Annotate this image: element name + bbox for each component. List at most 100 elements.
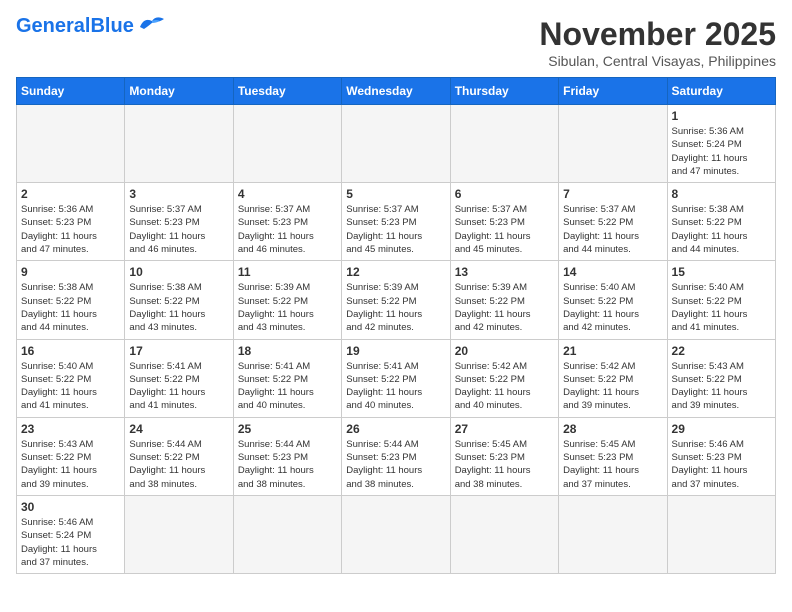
day-info: Sunrise: 5:36 AM Sunset: 5:23 PM Dayligh… <box>21 203 120 256</box>
calendar-cell: 4 Sunrise: 5:37 AM Sunset: 5:23 PM Daylig… <box>233 183 341 261</box>
calendar-week-row: 1Sunrise: 5:36 AM Sunset: 5:24 PM Daylig… <box>17 105 776 183</box>
calendar-cell: 1Sunrise: 5:36 AM Sunset: 5:24 PM Daylig… <box>667 105 775 183</box>
day-number: 27 <box>455 422 554 436</box>
day-number: 19 <box>346 344 445 358</box>
day-info: Sunrise: 5:38 AM Sunset: 5:22 PM Dayligh… <box>129 281 228 334</box>
day-info: Sunrise: 5:41 AM Sunset: 5:22 PM Dayligh… <box>238 360 337 413</box>
day-number: 29 <box>672 422 771 436</box>
day-number: 30 <box>21 500 120 514</box>
calendar-cell: 17 Sunrise: 5:41 AM Sunset: 5:22 PM Dayli… <box>125 339 233 417</box>
day-info: Sunrise: 5:39 AM Sunset: 5:22 PM Dayligh… <box>455 281 554 334</box>
calendar-cell: 3Sunrise: 5:37 AM Sunset: 5:23 PM Daylig… <box>125 183 233 261</box>
day-info: Sunrise: 5:39 AM Sunset: 5:22 PM Dayligh… <box>346 281 445 334</box>
calendar-cell: 16Sunrise: 5:40 AM Sunset: 5:22 PM Dayli… <box>17 339 125 417</box>
calendar-cell: 18Sunrise: 5:41 AM Sunset: 5:22 PM Dayli… <box>233 339 341 417</box>
col-header-thursday: Thursday <box>450 78 558 105</box>
day-number: 2 <box>21 187 120 201</box>
day-number: 7 <box>563 187 662 201</box>
day-info: Sunrise: 5:44 AM Sunset: 5:23 PM Dayligh… <box>346 438 445 491</box>
calendar-week-row: 9 Sunrise: 5:38 AM Sunset: 5:22 PM Daylig… <box>17 261 776 339</box>
day-number: 23 <box>21 422 120 436</box>
col-header-friday: Friday <box>559 78 667 105</box>
day-number: 28 <box>563 422 662 436</box>
day-number: 21 <box>563 344 662 358</box>
day-info: Sunrise: 5:41 AM Sunset: 5:22 PM Dayligh… <box>346 360 445 413</box>
logo-blue: Blue <box>90 15 133 37</box>
calendar-cell: 22 Sunrise: 5:43 AM Sunset: 5:22 PM Dayli… <box>667 339 775 417</box>
calendar-cell <box>450 105 558 183</box>
day-number: 11 <box>238 265 337 279</box>
day-info: Sunrise: 5:36 AM Sunset: 5:24 PM Dayligh… <box>672 125 771 178</box>
day-info: Sunrise: 5:42 AM Sunset: 5:22 PM Dayligh… <box>563 360 662 413</box>
col-header-tuesday: Tuesday <box>233 78 341 105</box>
day-info: Sunrise: 5:40 AM Sunset: 5:22 PM Dayligh… <box>672 281 771 334</box>
calendar-cell: 25Sunrise: 5:44 AM Sunset: 5:23 PM Dayli… <box>233 417 341 495</box>
day-number: 8 <box>672 187 771 201</box>
day-number: 22 <box>672 344 771 358</box>
calendar-week-row: 2 Sunrise: 5:36 AM Sunset: 5:23 PM Daylig… <box>17 183 776 261</box>
day-info: Sunrise: 5:37 AM Sunset: 5:23 PM Dayligh… <box>238 203 337 256</box>
month-title: November 2025 <box>539 16 776 53</box>
logo: GeneralBlue <box>16 16 168 36</box>
calendar-cell: 2 Sunrise: 5:36 AM Sunset: 5:23 PM Daylig… <box>17 183 125 261</box>
calendar-cell <box>450 495 558 573</box>
calendar-cell <box>17 105 125 183</box>
day-number: 9 <box>21 265 120 279</box>
day-number: 12 <box>346 265 445 279</box>
day-info: Sunrise: 5:42 AM Sunset: 5:22 PM Dayligh… <box>455 360 554 413</box>
calendar-cell: 6Sunrise: 5:37 AM Sunset: 5:23 PM Daylig… <box>450 183 558 261</box>
day-number: 25 <box>238 422 337 436</box>
calendar-cell: 21 Sunrise: 5:42 AM Sunset: 5:22 PM Dayli… <box>559 339 667 417</box>
calendar-cell: 13 Sunrise: 5:39 AM Sunset: 5:22 PM Dayli… <box>450 261 558 339</box>
calendar-cell <box>559 495 667 573</box>
calendar-cell <box>233 105 341 183</box>
calendar-cell <box>559 105 667 183</box>
calendar-cell <box>667 495 775 573</box>
calendar-cell: 8 Sunrise: 5:38 AM Sunset: 5:22 PM Daylig… <box>667 183 775 261</box>
calendar-cell: 26Sunrise: 5:44 AM Sunset: 5:23 PM Dayli… <box>342 417 450 495</box>
title-section: November 2025 Sibulan, Central Visayas, … <box>539 16 776 69</box>
day-info: Sunrise: 5:39 AM Sunset: 5:22 PM Dayligh… <box>238 281 337 334</box>
calendar-cell: 10 Sunrise: 5:38 AM Sunset: 5:22 PM Dayli… <box>125 261 233 339</box>
calendar-cell <box>125 105 233 183</box>
day-info: Sunrise: 5:38 AM Sunset: 5:22 PM Dayligh… <box>21 281 120 334</box>
calendar-cell <box>233 495 341 573</box>
day-number: 15 <box>672 265 771 279</box>
day-number: 16 <box>21 344 120 358</box>
day-info: Sunrise: 5:46 AM Sunset: 5:23 PM Dayligh… <box>672 438 771 491</box>
calendar-cell: 12 Sunrise: 5:39 AM Sunset: 5:22 PM Dayli… <box>342 261 450 339</box>
col-header-monday: Monday <box>125 78 233 105</box>
calendar-header-row: SundayMondayTuesdayWednesdayThursdayFrid… <box>17 78 776 105</box>
logo-bird-icon <box>136 13 168 35</box>
day-info: Sunrise: 5:41 AM Sunset: 5:22 PM Dayligh… <box>129 360 228 413</box>
day-number: 10 <box>129 265 228 279</box>
logo-general: General <box>16 15 90 37</box>
day-number: 17 <box>129 344 228 358</box>
calendar-cell: 30Sunrise: 5:46 AM Sunset: 5:24 PM Dayli… <box>17 495 125 573</box>
day-info: Sunrise: 5:40 AM Sunset: 5:22 PM Dayligh… <box>563 281 662 334</box>
calendar-cell: 7Sunrise: 5:37 AM Sunset: 5:22 PM Daylig… <box>559 183 667 261</box>
day-info: Sunrise: 5:45 AM Sunset: 5:23 PM Dayligh… <box>455 438 554 491</box>
calendar-cell: 24Sunrise: 5:44 AM Sunset: 5:22 PM Dayli… <box>125 417 233 495</box>
calendar-cell <box>125 495 233 573</box>
day-number: 4 <box>238 187 337 201</box>
logo-text: GeneralBlue <box>16 16 134 36</box>
day-number: 13 <box>455 265 554 279</box>
day-info: Sunrise: 5:45 AM Sunset: 5:23 PM Dayligh… <box>563 438 662 491</box>
calendar-cell: 15 Sunrise: 5:40 AM Sunset: 5:22 PM Dayli… <box>667 261 775 339</box>
day-number: 24 <box>129 422 228 436</box>
location: Sibulan, Central Visayas, Philippines <box>539 53 776 69</box>
calendar-week-row: 23 Sunrise: 5:43 AM Sunset: 5:22 PM Dayli… <box>17 417 776 495</box>
calendar-cell <box>342 105 450 183</box>
day-info: Sunrise: 5:43 AM Sunset: 5:22 PM Dayligh… <box>672 360 771 413</box>
calendar-cell: 11 Sunrise: 5:39 AM Sunset: 5:22 PM Dayli… <box>233 261 341 339</box>
day-info: Sunrise: 5:43 AM Sunset: 5:22 PM Dayligh… <box>21 438 120 491</box>
calendar-cell: 9 Sunrise: 5:38 AM Sunset: 5:22 PM Daylig… <box>17 261 125 339</box>
calendar-cell: 20Sunrise: 5:42 AM Sunset: 5:22 PM Dayli… <box>450 339 558 417</box>
day-number: 5 <box>346 187 445 201</box>
calendar-cell: 27 Sunrise: 5:45 AM Sunset: 5:23 PM Dayli… <box>450 417 558 495</box>
day-info: Sunrise: 5:38 AM Sunset: 5:22 PM Dayligh… <box>672 203 771 256</box>
calendar-cell: 5Sunrise: 5:37 AM Sunset: 5:23 PM Daylig… <box>342 183 450 261</box>
col-header-wednesday: Wednesday <box>342 78 450 105</box>
col-header-sunday: Sunday <box>17 78 125 105</box>
